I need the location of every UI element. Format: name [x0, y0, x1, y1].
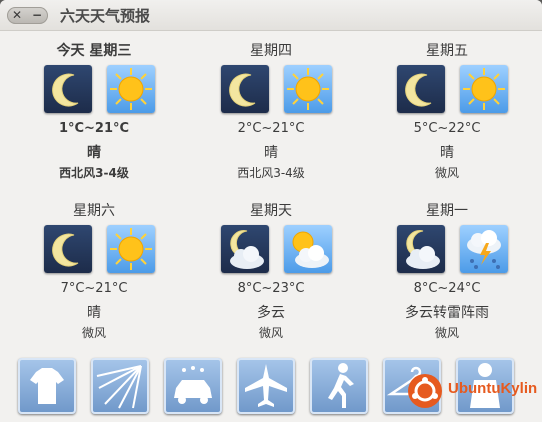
title-bar: ✕ − 六天天气预报	[0, 0, 542, 31]
day-icons	[44, 65, 156, 115]
weather-condition: 晴	[264, 145, 278, 161]
close-button[interactable]: ✕	[7, 7, 27, 24]
day-name: 星期天	[250, 203, 292, 219]
day-name: 星期四	[250, 43, 292, 59]
moon-icon	[221, 65, 269, 113]
travel-plane-icon[interactable]	[237, 358, 295, 414]
wind-info: 西北风3-4级	[59, 166, 129, 180]
car-wash-icon[interactable]	[164, 358, 222, 414]
temperature-range: 8°C~23°C	[237, 281, 305, 296]
moon-icon	[44, 65, 92, 113]
moon-icon	[44, 225, 92, 273]
day-name: 星期一	[426, 203, 468, 219]
weather-condition: 晴	[440, 145, 454, 161]
temperature-range: 2°C~21°C	[237, 121, 305, 136]
sunshade-icon[interactable]	[91, 358, 149, 414]
moon-cloud-icon	[221, 225, 269, 273]
wind-info: 微风	[258, 326, 283, 340]
day-icons	[44, 225, 156, 275]
sun-icon	[107, 225, 155, 273]
sun-cloud-icon	[284, 225, 332, 273]
day-name: 星期五	[426, 43, 468, 59]
sun-icon	[460, 65, 508, 113]
wind-info: 西北风3-4级	[237, 166, 305, 180]
day-icons	[221, 225, 333, 275]
day-name: 今天 星期三	[56, 43, 132, 59]
weather-condition: 晴	[87, 305, 101, 321]
wind-info: 微风	[434, 166, 459, 180]
wind-info: 微风	[434, 326, 459, 340]
temperature-range: 8°C~24°C	[413, 281, 481, 296]
window-title: 六天天气预报	[60, 7, 151, 25]
sun-icon	[107, 65, 155, 113]
day-icons	[397, 225, 509, 275]
sun-icon	[284, 65, 332, 113]
weather-condition: 多云	[257, 305, 285, 321]
weather-window: ✕ − 六天天气预报 今天 星期三 1°C~21°C 晴 西北风3-4级 星期四	[0, 0, 542, 422]
moon-icon	[397, 65, 445, 113]
moon-cloud-icon	[397, 225, 445, 273]
temperature-range: 7°C~21°C	[60, 281, 128, 296]
logo-text: UbuntuKylin	[448, 380, 538, 397]
clothing-icon[interactable]	[18, 358, 76, 414]
ubuntu-logo-icon	[408, 374, 442, 408]
weather-condition: 晴	[87, 145, 101, 161]
day-name: 星期六	[73, 203, 115, 219]
minimize-button[interactable]: −	[27, 7, 47, 24]
window-controls: ✕ −	[7, 7, 48, 24]
exercise-running-icon[interactable]	[310, 358, 368, 414]
day-icons	[221, 65, 333, 115]
ubuntukylin-logo: UbuntuKylin	[404, 370, 538, 414]
temperature-range: 5°C~22°C	[413, 121, 481, 136]
temperature-range: 1°C~21°C	[58, 121, 130, 136]
wind-info: 微风	[81, 326, 106, 340]
day-icons	[397, 65, 509, 115]
weather-condition: 多云转雷阵雨	[405, 305, 489, 321]
thunder-rain-icon	[460, 225, 508, 273]
